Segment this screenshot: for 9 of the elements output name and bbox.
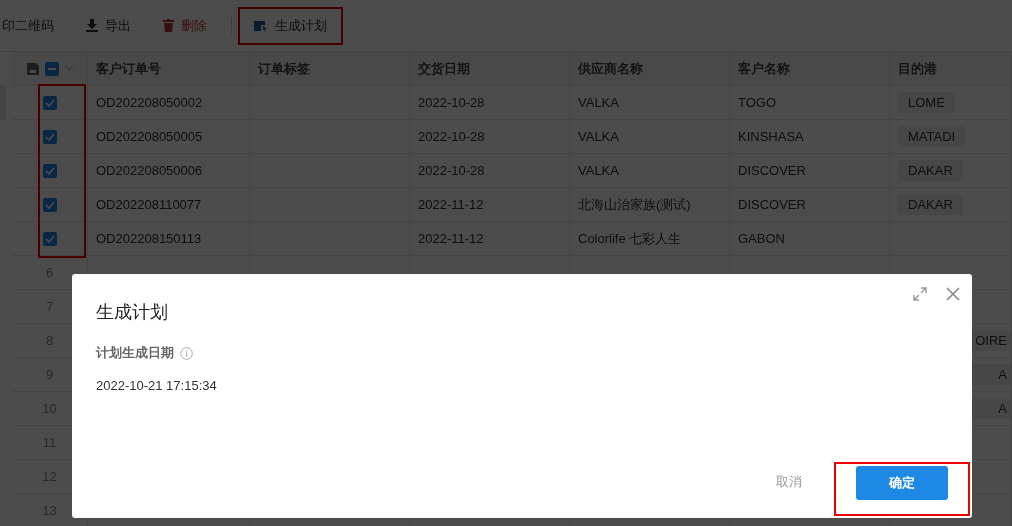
field-value: 2022-10-21 17:15:34 xyxy=(96,378,217,393)
cancel-button[interactable]: 取消 xyxy=(776,473,802,491)
info-icon[interactable] xyxy=(180,346,193,360)
expand-icon[interactable] xyxy=(912,286,928,302)
confirm-button[interactable]: 确定 xyxy=(856,466,948,500)
close-icon[interactable] xyxy=(946,287,960,301)
toolbar-button[interactable]: 印二维码 xyxy=(0,10,68,41)
dialog-title: 生成计划 xyxy=(96,301,168,324)
field-label: 计划生成日期 xyxy=(96,344,174,362)
